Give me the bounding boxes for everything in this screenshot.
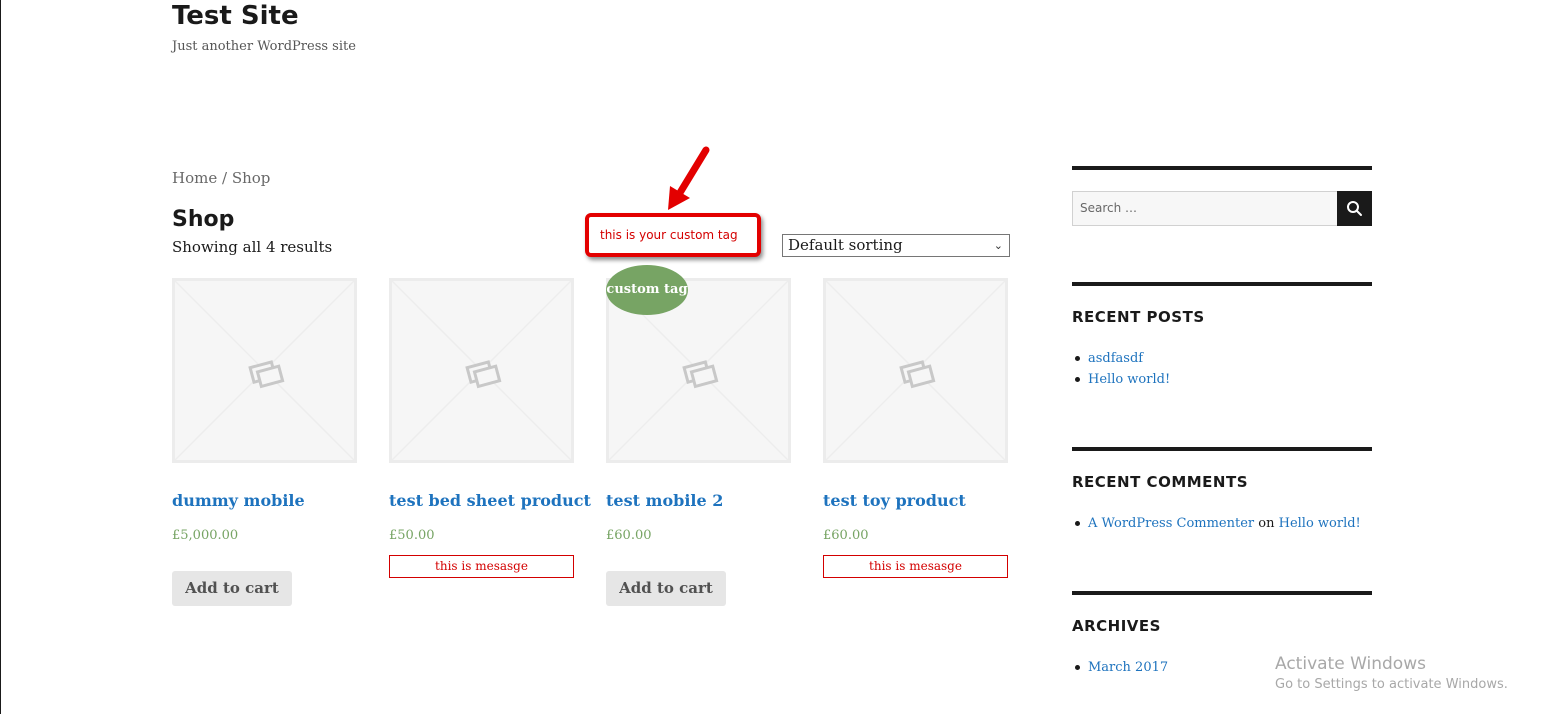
recent-comments-title: RECENT COMMENTS bbox=[1072, 473, 1249, 491]
result-count: Showing all 4 results bbox=[172, 238, 333, 256]
list-item: March 2017 bbox=[1072, 657, 1168, 678]
archive-link[interactable]: March 2017 bbox=[1088, 660, 1168, 675]
recent-post-link[interactable]: asdfasdf bbox=[1088, 351, 1143, 366]
custom-tag-callout: this is your custom tag bbox=[585, 213, 761, 257]
placeholder-image-icon bbox=[392, 281, 571, 460]
product-card: test toy product £60.00 this is mesasge bbox=[823, 278, 1008, 578]
product-message: this is mesasge bbox=[823, 555, 1008, 578]
widget-divider bbox=[1072, 591, 1372, 595]
product-card: dummy mobile £5,000.00 Add to cart bbox=[172, 278, 357, 606]
comment-author-link[interactable]: A WordPress Commenter bbox=[1088, 516, 1254, 531]
site-title[interactable]: Test Site bbox=[172, 1, 299, 31]
product-price: £60.00 bbox=[606, 528, 652, 543]
site-description: Just another WordPress site bbox=[172, 39, 356, 54]
recent-post-link[interactable]: Hello world! bbox=[1088, 372, 1170, 387]
product-image-placeholder[interactable] bbox=[172, 278, 357, 463]
widget-divider bbox=[1072, 447, 1372, 451]
product-card: test bed sheet product £50.00 this is me… bbox=[389, 278, 591, 578]
product-price: £5,000.00 bbox=[172, 528, 239, 543]
watermark-subtitle: Go to Settings to activate Windows. bbox=[1275, 677, 1508, 692]
chevron-down-icon: ⌄ bbox=[993, 239, 1003, 252]
widget-divider bbox=[1072, 282, 1372, 286]
breadcrumb-home[interactable]: Home bbox=[172, 169, 217, 187]
product-name[interactable]: test toy product bbox=[823, 491, 966, 510]
watermark-title: Activate Windows bbox=[1275, 654, 1426, 674]
add-to-cart-button[interactable]: Add to cart bbox=[172, 571, 292, 606]
product-image-placeholder[interactable] bbox=[823, 278, 1008, 463]
recent-comments-list: A WordPress Commenter on Hello world! bbox=[1072, 513, 1361, 534]
page-title: Shop bbox=[172, 207, 235, 232]
add-to-cart-button[interactable]: Add to cart bbox=[606, 571, 726, 606]
recent-posts-list: asdfasdf Hello world! bbox=[1072, 348, 1170, 390]
list-item: Hello world! bbox=[1072, 369, 1170, 390]
list-item: asdfasdf bbox=[1072, 348, 1170, 369]
breadcrumb-separator: / bbox=[217, 169, 232, 187]
placeholder-image-icon bbox=[175, 281, 354, 460]
product-name[interactable]: dummy mobile bbox=[172, 491, 305, 510]
archives-list: March 2017 bbox=[1072, 657, 1168, 678]
sorting-value: Default sorting bbox=[788, 236, 903, 254]
breadcrumb: Home / Shop bbox=[172, 169, 270, 187]
product-price: £50.00 bbox=[389, 528, 435, 543]
search-button[interactable] bbox=[1337, 191, 1372, 226]
activate-windows-watermark: Activate Windows Go to Settings to activ… bbox=[1275, 654, 1508, 692]
custom-tag-badge: custom tag bbox=[606, 265, 688, 315]
list-item: A WordPress Commenter on Hello world! bbox=[1072, 513, 1361, 534]
breadcrumb-current: Shop bbox=[231, 169, 271, 187]
recent-posts-title: RECENT POSTS bbox=[1072, 308, 1205, 326]
product-name[interactable]: test mobile 2 bbox=[606, 491, 723, 510]
widget-divider bbox=[1072, 166, 1372, 170]
annotation-arrow-icon bbox=[668, 146, 710, 210]
product-message: this is mesasge bbox=[389, 555, 574, 578]
window-edge bbox=[0, 0, 1, 714]
comment-post-link[interactable]: Hello world! bbox=[1279, 516, 1361, 531]
product-price: £60.00 bbox=[823, 528, 869, 543]
comment-on-text: on bbox=[1258, 516, 1275, 531]
search-input[interactable]: Search … bbox=[1072, 191, 1338, 226]
sorting-select[interactable]: Default sorting ⌄ bbox=[782, 234, 1010, 257]
placeholder-image-icon bbox=[826, 281, 1005, 460]
search-icon bbox=[1347, 201, 1362, 216]
product-image-placeholder[interactable] bbox=[389, 278, 574, 463]
product-name[interactable]: test bed sheet product bbox=[389, 491, 591, 510]
archives-title: ARCHIVES bbox=[1072, 617, 1161, 635]
